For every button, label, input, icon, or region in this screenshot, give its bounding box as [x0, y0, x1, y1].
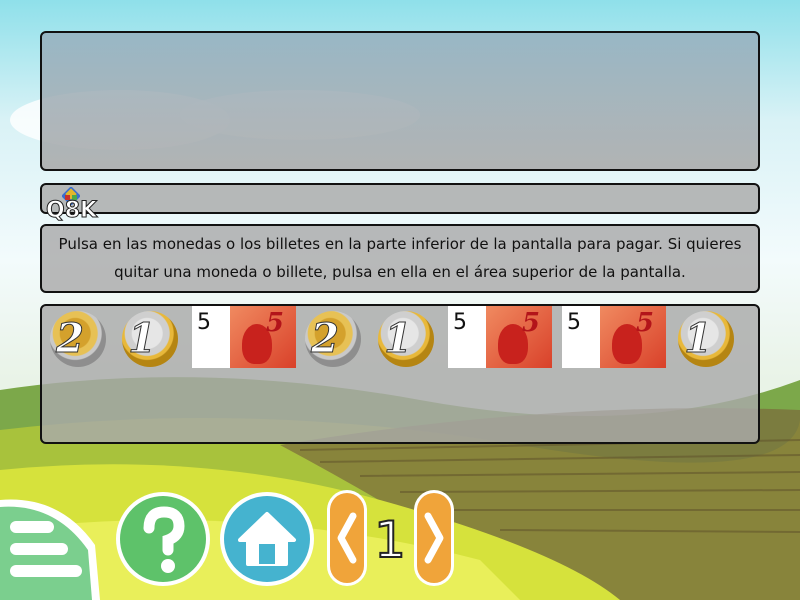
bill-value: 5	[197, 310, 211, 335]
coin-2-euro[interactable]: 2	[305, 311, 361, 367]
bill-art-value: 5	[635, 308, 654, 338]
coin-1-euro[interactable]: 1	[122, 311, 178, 367]
bill-5-euro[interactable]: 5 5	[562, 306, 666, 368]
score-bar: Q8K	[40, 183, 760, 224]
coin-value: 1	[128, 315, 157, 363]
payment-area[interactable]	[40, 31, 760, 171]
coin-1-euro[interactable]: 1	[678, 311, 734, 367]
bill-art-value: 5	[265, 308, 284, 338]
bill-artwork: 5	[600, 306, 666, 368]
score-label: Q8K	[45, 198, 98, 224]
instruction-text: Pulsa en las monedas o los billetes en l…	[58, 235, 742, 281]
coin-value: 2	[311, 315, 340, 363]
coin-value: 1	[384, 315, 413, 363]
bill-art-value: 5	[521, 308, 540, 338]
coin-value: 2	[56, 315, 85, 363]
coin-2-euro[interactable]: 2	[50, 311, 106, 367]
bill-artwork: 5	[486, 306, 552, 368]
next-level-button[interactable]	[412, 488, 456, 588]
menu-button[interactable]	[0, 495, 100, 600]
bill-5-euro[interactable]: 5 5	[448, 306, 552, 368]
coin-value: 1	[684, 315, 713, 363]
bill-value: 5	[567, 310, 581, 335]
bill-5-euro[interactable]: 5 5	[192, 306, 296, 368]
coin-1-euro[interactable]: 1	[378, 311, 434, 367]
bill-value: 5	[453, 310, 467, 335]
previous-level-button[interactable]	[325, 488, 369, 588]
bill-artwork: 5	[230, 306, 296, 368]
level-number: 1	[373, 510, 407, 570]
help-button[interactable]	[114, 490, 212, 588]
instruction-box: Pulsa en las monedas o los billetes en l…	[40, 224, 760, 293]
home-button[interactable]	[218, 490, 316, 588]
